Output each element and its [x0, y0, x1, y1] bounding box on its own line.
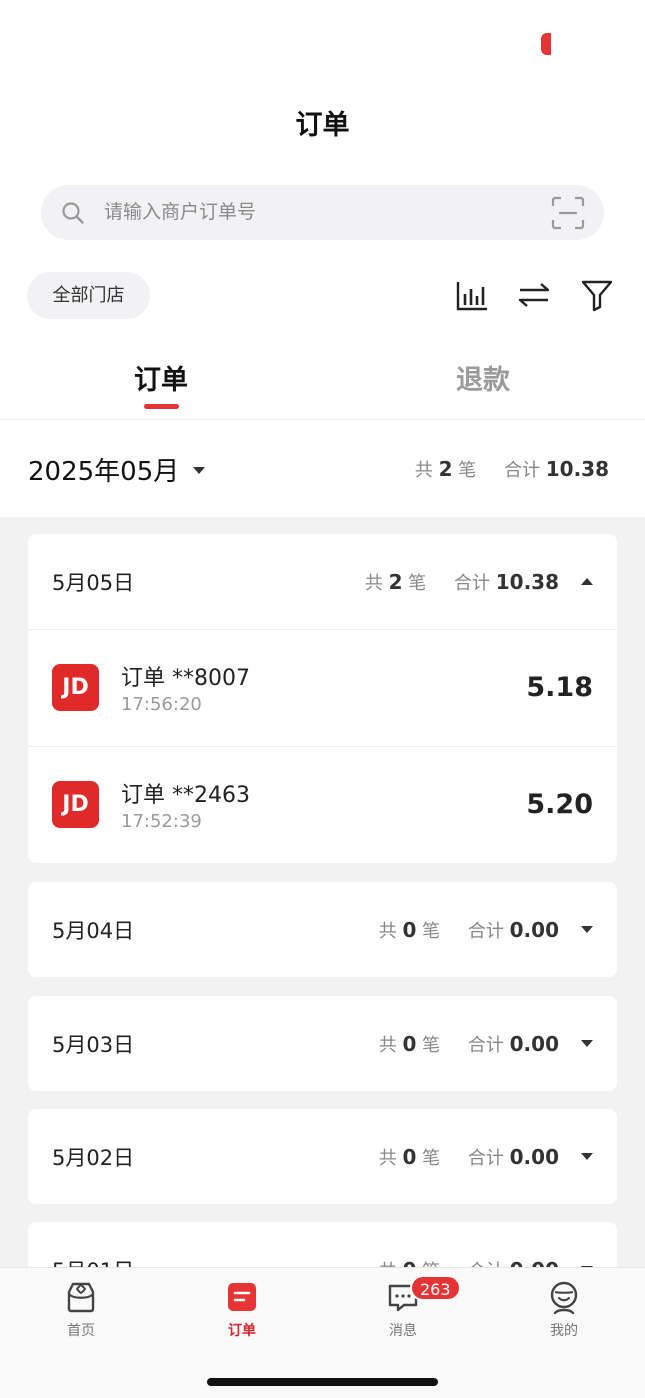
day-date: 5月05日	[52, 571, 135, 595]
month-selector[interactable]: 2025年05月	[28, 451, 206, 488]
nav-home[interactable]: 首页	[31, 1280, 131, 1340]
order-icon	[228, 1283, 256, 1311]
order-name: 订单 **2463	[121, 783, 250, 808]
tab-indicator	[144, 404, 179, 409]
day-date: 5月02日	[52, 1146, 135, 1170]
order-time: 17:56:20	[121, 694, 202, 715]
order-amount: 5.20	[526, 789, 593, 820]
tab-orders[interactable]: 订单	[81, 358, 241, 397]
order-row[interactable]: JD 订单 **8007 17:56:20 5.18	[28, 629, 617, 746]
nav-messages[interactable]: 263 消息	[353, 1275, 461, 1340]
tab-bar: 订单 退款	[0, 350, 645, 420]
swap-icon[interactable]	[517, 278, 551, 312]
nav-label: 消息	[389, 1323, 417, 1339]
search-bar[interactable]: 请输入商户订单号	[41, 185, 604, 240]
scan-icon[interactable]	[551, 196, 585, 230]
nav-orders[interactable]: 订单	[192, 1280, 292, 1340]
month-stats: 共 2 笔 合计 10.38	[414, 457, 609, 481]
order-row[interactable]: JD 订单 **2463 17:52:39 5.20	[28, 746, 617, 863]
jd-logo: JD	[52, 664, 99, 711]
day-header[interactable]: 5月04日 共 0 笔 合计 0.00	[28, 882, 617, 977]
day-header[interactable]: 5月03日 共 0 笔 合计 0.00	[28, 996, 617, 1091]
order-name: 订单 **8007	[121, 666, 250, 691]
search-input[interactable]: 请输入商户订单号	[104, 199, 256, 226]
profile-icon	[550, 1281, 578, 1314]
nav-profile[interactable]: 我的	[514, 1280, 614, 1340]
nav-label: 订单	[228, 1323, 256, 1339]
day-date: 5月04日	[52, 919, 135, 943]
day-stats: 共 2 笔 合计 10.38	[364, 570, 559, 594]
day-card: 5月02日 共 0 笔 合计 0.00	[28, 1109, 617, 1204]
day-card: 5月04日 共 0 笔 合计 0.00	[28, 882, 617, 977]
day-stats: 共 0 笔 合计 0.00	[378, 1032, 559, 1056]
day-card: 5月05日 共 2 笔 合计 10.38 JD 订单 **8007 17:56:…	[28, 534, 617, 863]
caret-down-icon[interactable]	[581, 1040, 593, 1047]
caret-down-icon	[193, 467, 206, 474]
caret-down-icon[interactable]	[581, 1153, 593, 1160]
search-icon	[62, 202, 84, 224]
page-title: 订单	[295, 110, 350, 141]
day-stats: 共 0 笔 合计 0.00	[378, 918, 559, 942]
filter-icon[interactable]	[580, 278, 614, 312]
day-date: 5月03日	[52, 1033, 135, 1057]
jd-logo: JD	[52, 781, 99, 828]
caret-down-icon[interactable]	[581, 926, 593, 933]
day-stats: 共 0 笔 合计 0.00	[378, 1145, 559, 1169]
status-indicator	[541, 33, 551, 55]
day-header[interactable]: 5月02日 共 0 笔 合计 0.00	[28, 1109, 617, 1204]
month-summary: 2025年05月 共 2 笔 合计 10.38	[0, 421, 645, 517]
order-time: 17:52:39	[121, 811, 202, 832]
shop-icon	[67, 1282, 95, 1313]
bar-chart-icon[interactable]	[455, 278, 489, 312]
order-amount: 5.18	[526, 672, 593, 703]
caret-up-icon[interactable]	[581, 578, 593, 585]
tab-refunds[interactable]: 退款	[403, 358, 563, 397]
unread-badge: 263	[410, 1275, 461, 1301]
day-card: 5月03日 共 0 笔 合计 0.00	[28, 996, 617, 1091]
nav-label: 首页	[67, 1323, 95, 1339]
nav-label: 我的	[550, 1323, 578, 1339]
store-filter-chip[interactable]: 全部门店	[27, 272, 150, 319]
home-indicator[interactable]	[207, 1378, 438, 1386]
day-header[interactable]: 5月05日 共 2 笔 合计 10.38	[28, 534, 617, 629]
